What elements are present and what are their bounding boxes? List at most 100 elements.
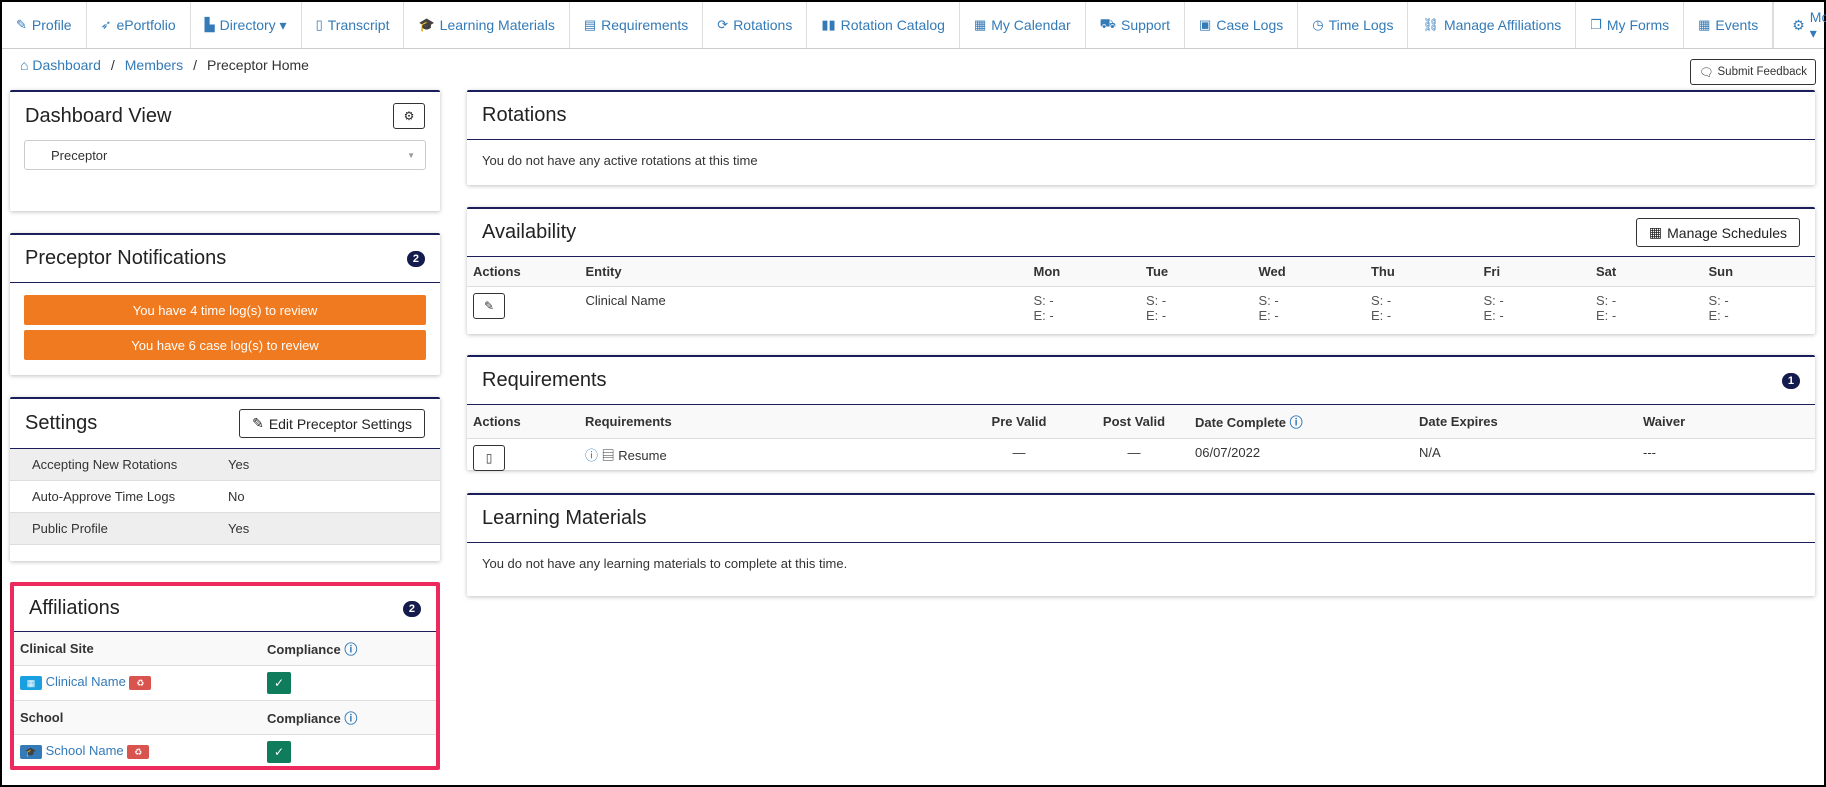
hospital-icon: ▦	[20, 675, 42, 690]
nav-item-label: Case Logs	[1216, 17, 1284, 33]
manage-schedules-button[interactable]: ▦ Manage Schedules	[1635, 218, 1800, 247]
availability-card: Availability ▦ Manage Schedules Actions Ent…	[467, 207, 1815, 334]
dashboard-view-card: Dashboard View ⚙ Preceptor ▼	[10, 90, 440, 211]
column-header: Actions	[467, 257, 580, 287]
requirements-card: Requirements 1 Actions Requirements Pre Val…	[467, 355, 1815, 471]
breadcrumb-dashboard[interactable]: ⌂ Dashboard	[20, 57, 101, 73]
column-header: Post Valid	[1079, 405, 1189, 439]
compliance-check-icon: ✓	[267, 672, 291, 694]
sitemap-icon: ▙	[204, 17, 215, 32]
edit-pencil-button[interactable]: ✎	[473, 293, 505, 319]
compliance-label: Compliance	[267, 711, 341, 726]
nav-item-support[interactable]: ⛟ Support	[1086, 2, 1186, 48]
nav-item-manage-affiliations[interactable]: ⛓ Manage Affiliations	[1408, 2, 1577, 48]
compliance-header: Compliance ⓘ	[261, 700, 436, 735]
gear-icon: ⚙	[1792, 16, 1805, 33]
setting-label: Accepting New Rotations	[32, 457, 178, 472]
truck-icon: ⛟	[1099, 16, 1116, 31]
top-nav: ✎ Profile ➶ ePortfolio ▙ Directory ▾ ▯ Transcri…	[2, 2, 1826, 49]
end-time: E: -	[1258, 308, 1279, 323]
briefcase-icon: ▣	[1199, 17, 1212, 32]
start-time: S: -	[1370, 293, 1392, 308]
nav-item-label: Requirements	[601, 17, 689, 33]
info-icon[interactable]: ⓘ	[344, 711, 357, 726]
column-header: Tue	[1139, 257, 1253, 287]
info-icon[interactable]: ⓘ	[1290, 415, 1303, 430]
nav-item-events[interactable]: ▦ Events	[1684, 2, 1774, 48]
nav-item-time-logs[interactable]: ◷ Time Logs	[1298, 2, 1409, 48]
document-button[interactable]: ▯	[473, 445, 505, 471]
card-title: Affiliations	[29, 597, 120, 619]
clinical-site-link[interactable]: Clinical Name	[46, 674, 126, 689]
column-header: Wed	[1252, 257, 1365, 287]
nav-item-label: Time Logs	[1328, 17, 1394, 33]
nav-item-label: More ▾	[1809, 8, 1826, 41]
nav-item-label: Transcript	[327, 17, 390, 33]
column-header: Requirements	[579, 405, 959, 439]
column-header: Entity	[579, 257, 1028, 287]
case-log-review-button[interactable]: You have 6 case log(s) to review	[24, 330, 426, 360]
header-label: Post Valid	[1102, 414, 1166, 429]
recycle-icon[interactable]: ♻	[129, 675, 152, 690]
affiliations-card: Affiliations 2 Clinical Site Compliance ⓘ …	[10, 582, 440, 770]
nav-item-label: Events	[1715, 17, 1759, 33]
info-icon[interactable]: ⓘ	[344, 642, 357, 657]
nav-item-directory[interactable]: ▙ Directory ▾	[191, 2, 302, 48]
nav-item-label: My Calendar	[991, 17, 1071, 33]
column-header: Sun	[1702, 257, 1815, 287]
header-label: Actions	[473, 414, 521, 429]
column-header: Sat	[1589, 257, 1703, 287]
settings-card: Settings ✎ Edit Preceptor Settings Accepti…	[10, 397, 440, 561]
compliance-check-icon: ✓	[267, 741, 291, 763]
setting-label: Public Profile	[32, 521, 108, 536]
nav-item-label: Support	[1120, 17, 1171, 33]
nav-more-dropdown[interactable]: ⚙More ▾	[1774, 2, 1826, 48]
school-link[interactable]: School Name	[46, 743, 124, 758]
info-circle-icon[interactable]: ⓘ	[585, 448, 598, 463]
start-time: S: -	[1595, 293, 1617, 308]
nav-item-transcript[interactable]: ▯ Transcript	[302, 2, 405, 48]
feedback-label: Submit Feedback	[1717, 66, 1808, 78]
card-title: Dashboard View	[25, 104, 172, 127]
setting-value: No	[228, 489, 245, 504]
nav-item-my-forms[interactable]: ❐ My Forms	[1576, 2, 1685, 48]
count-badge: 2	[406, 250, 425, 267]
nav-item-rotations[interactable]: ⟳ Rotations	[703, 2, 808, 48]
nav-item-label: Rotation Catalog	[840, 17, 945, 33]
nav-item-profile[interactable]: ✎ Profile	[2, 2, 87, 48]
header-label: Requirements	[585, 414, 672, 429]
end-time: E: -	[1370, 308, 1392, 323]
submit-feedback-button[interactable]: 🗨 Submit Feedback	[1689, 59, 1816, 85]
column-header: Date Complete ⓘ	[1189, 405, 1413, 439]
learning-materials-card: Learning Materials You do not have any l…	[467, 493, 1815, 596]
count-badge: 2	[402, 600, 421, 617]
separator: /	[110, 57, 115, 73]
nav-item-case-logs[interactable]: ▣ Case Logs	[1185, 2, 1299, 48]
rotations-card: Rotations You do not have any active rot…	[467, 90, 1815, 185]
nav-item-learning-materials[interactable]: 🎓 Learning Materials	[404, 2, 570, 48]
nav-item-eportfolio[interactable]: ➶ ePortfolio	[87, 2, 191, 48]
table-header-row: Actions Entity Mon Tue Wed Thu Fri Sat Sun	[467, 257, 1815, 287]
column-header: Mon	[1027, 257, 1140, 287]
window-icon: ❐	[1590, 17, 1602, 32]
end-time: E: -	[1145, 308, 1167, 323]
end-time: E: -	[1708, 308, 1729, 323]
nav-item-label: ePortfolio	[116, 17, 176, 33]
requirement-name: Resume	[618, 448, 667, 463]
nav-item-requirements[interactable]: ▤ Requirements	[570, 2, 704, 48]
book-icon: ▤	[601, 448, 615, 463]
pre-valid: —	[1012, 445, 1026, 460]
dashboard-view-select[interactable]: Preceptor ▼	[24, 140, 426, 170]
nav-item-rotation-catalog[interactable]: ▮▮ Rotation Catalog	[807, 2, 960, 48]
nav-item-label: My Forms	[1606, 17, 1670, 33]
waiver: ---	[1643, 445, 1656, 460]
nav-item-my-calendar[interactable]: ▦ My Calendar	[960, 2, 1086, 48]
recycle-icon[interactable]: ♻	[127, 744, 150, 759]
settings-gear-button[interactable]: ⚙	[393, 103, 425, 129]
edit-preceptor-settings-button[interactable]: ✎ Edit Preceptor Settings	[239, 409, 425, 438]
time-log-review-button[interactable]: You have 4 time log(s) to review	[24, 295, 426, 325]
breadcrumb-members[interactable]: Members	[125, 57, 183, 73]
column-header: Actions	[467, 405, 579, 439]
nav-item-label: Profile	[31, 17, 72, 33]
book-icon: ▤	[583, 17, 597, 32]
